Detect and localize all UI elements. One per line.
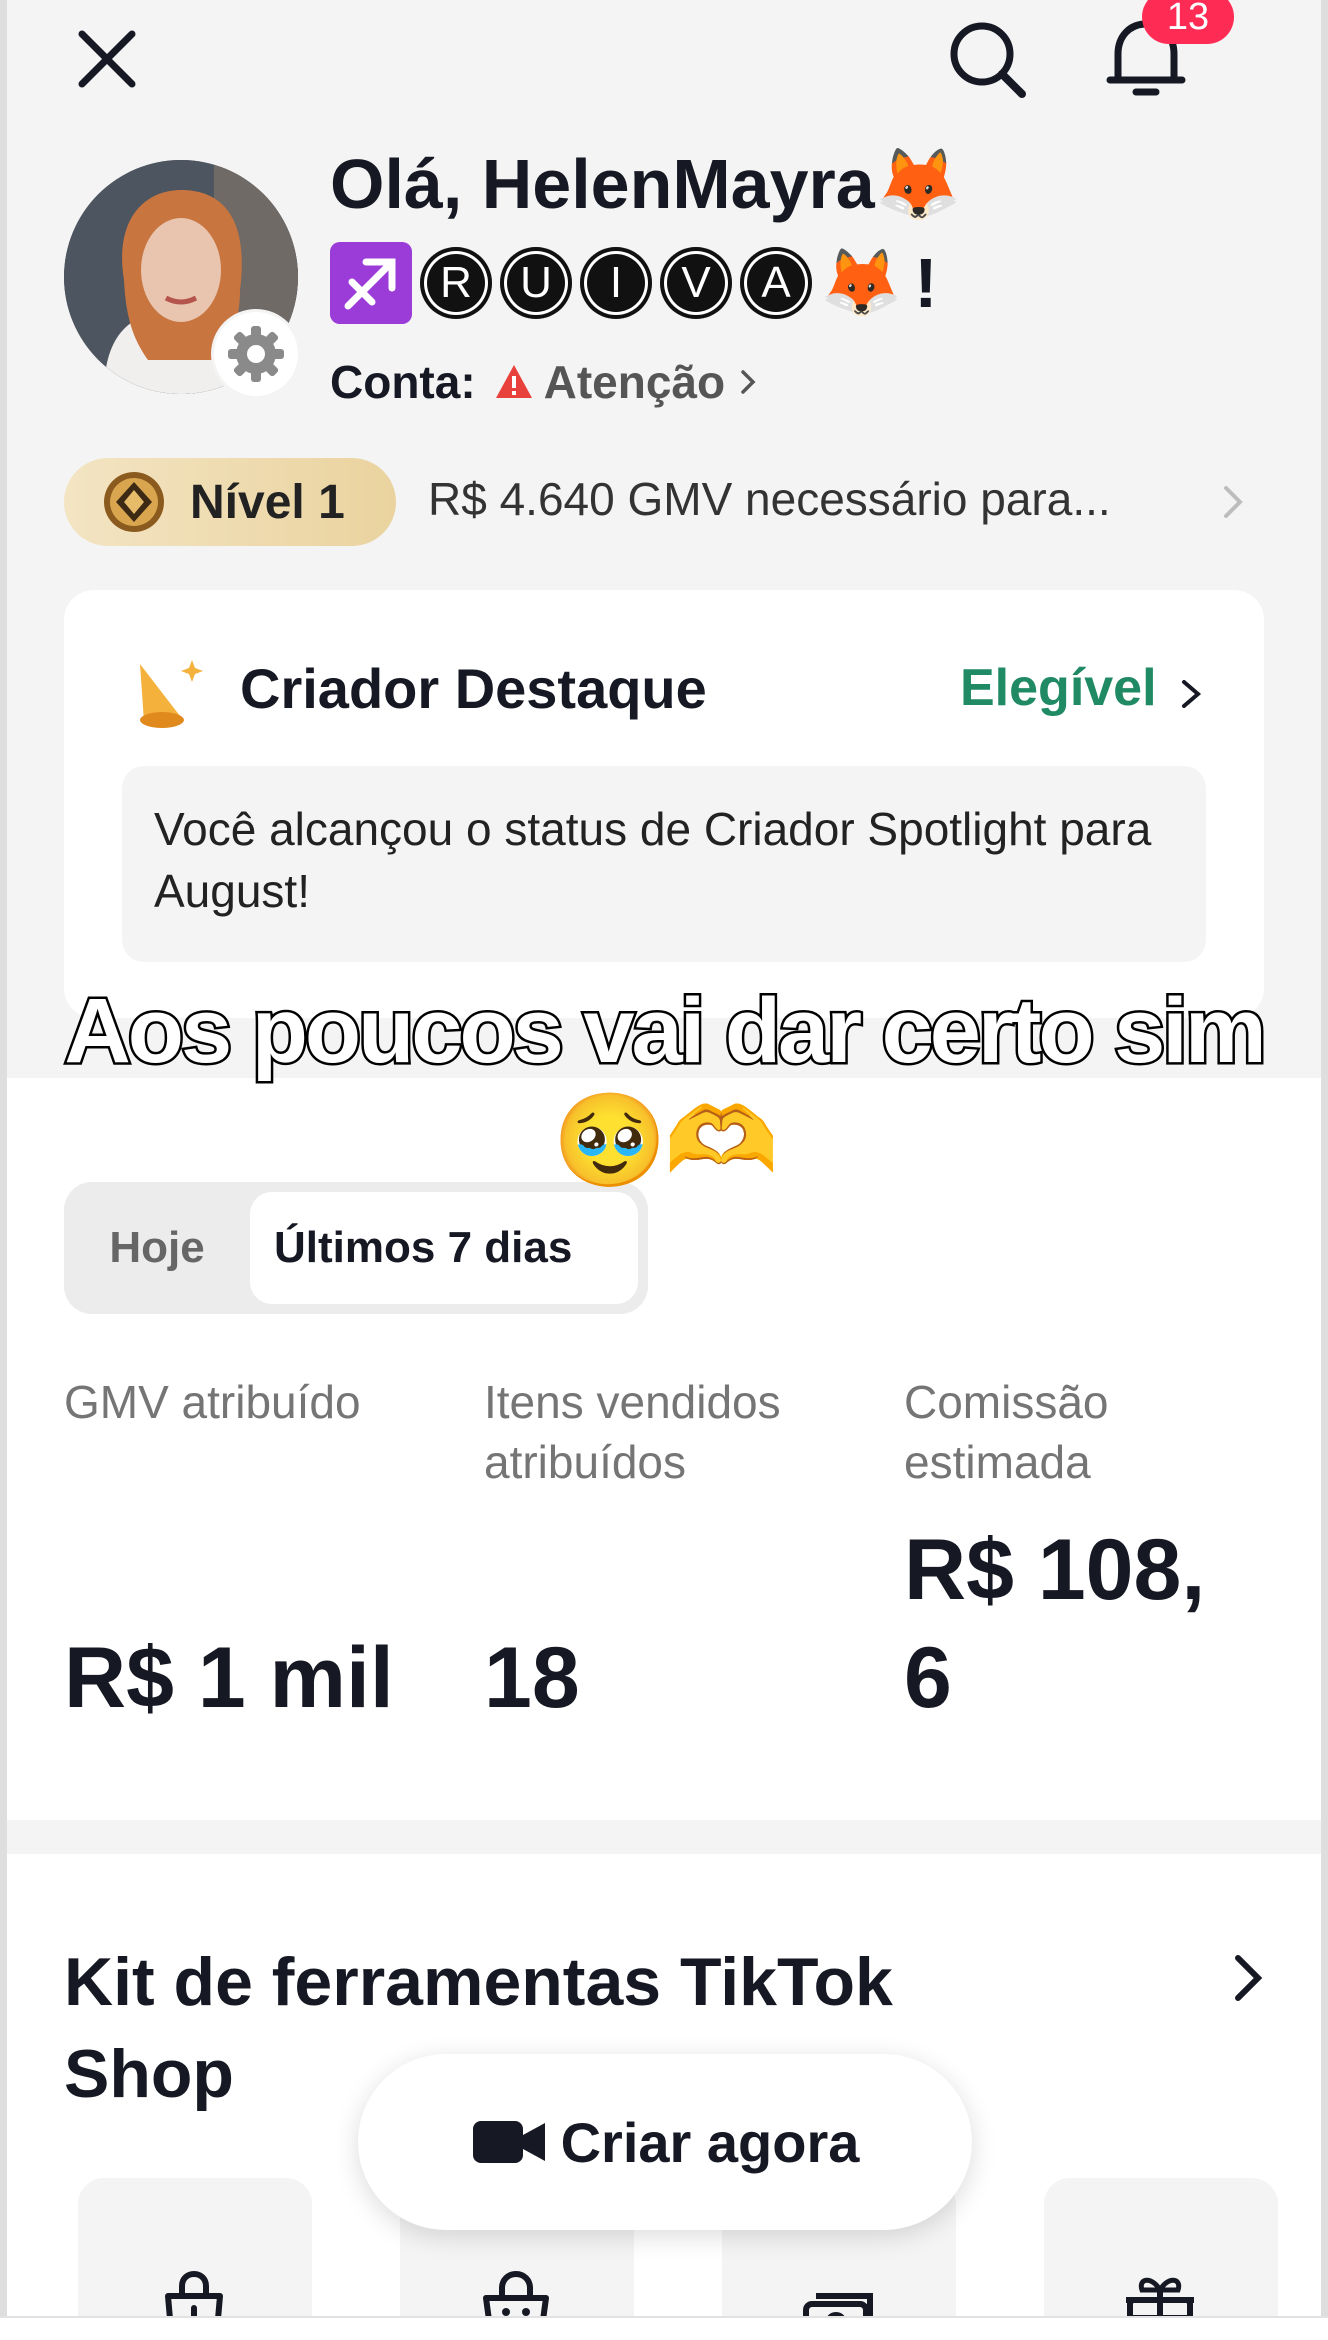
level-requirement-text[interactable]: R$ 4.640 GMV necessário para... bbox=[428, 472, 1111, 526]
video-caption-overlay: Aos poucos vai dar certo sim🥹🫶 bbox=[62, 978, 1269, 1195]
name-letter: U bbox=[500, 247, 572, 319]
metric-commission-value: R$ 108, 6 bbox=[904, 1522, 1206, 1726]
name-letter: V bbox=[660, 247, 732, 319]
name-letter: I bbox=[580, 247, 652, 319]
card-title: Criador Destaque bbox=[240, 657, 707, 720]
chevron-right-icon bbox=[741, 370, 756, 394]
greeting-title: Olá, HelenMayra🦊 bbox=[330, 145, 962, 223]
fox-emoji: 🦊 bbox=[820, 245, 903, 319]
display-name-line: R U I V A 🦊 ! bbox=[330, 240, 938, 326]
create-now-button[interactable]: Criar agora bbox=[358, 2054, 972, 2230]
level-label: Nível 1 bbox=[190, 475, 345, 529]
level-badge[interactable]: Nível 1 bbox=[64, 458, 396, 546]
name-letter: A bbox=[740, 247, 812, 319]
sagittarius-icon bbox=[330, 242, 412, 324]
eligibility-status: Elegível bbox=[960, 659, 1157, 717]
name-letter: R bbox=[420, 247, 492, 319]
account-label: Conta: bbox=[330, 356, 476, 408]
metric-commission-label: Comissão estimada bbox=[904, 1376, 1109, 1488]
metric-gmv-label: GMV atribuído bbox=[64, 1376, 361, 1428]
tab-last-7-days[interactable]: Últimos 7 dias bbox=[250, 1192, 638, 1304]
level-coin-icon bbox=[104, 472, 164, 532]
account-status-row[interactable]: Conta: Atenção bbox=[330, 352, 763, 412]
chevron-right-icon bbox=[1182, 680, 1202, 708]
period-tabs: Hoje Últimos 7 dias bbox=[64, 1182, 648, 1314]
spotlight-note: Você alcançou o status de Criador Spotli… bbox=[122, 766, 1206, 962]
chevron-right-icon[interactable] bbox=[1228, 1948, 1268, 2008]
section-divider bbox=[7, 1820, 1321, 1854]
account-status-text: Atenção bbox=[543, 356, 726, 408]
bottom-nav-edge bbox=[0, 2316, 1328, 2340]
video-camera-icon bbox=[472, 2121, 545, 2163]
chevron-right-icon[interactable] bbox=[1214, 482, 1250, 522]
metric-items-value: 18 bbox=[484, 1630, 580, 1726]
party-cone-icon bbox=[140, 660, 203, 728]
notification-badge: 13 bbox=[1142, 0, 1234, 44]
screen-edge-left bbox=[0, 0, 7, 2340]
search-icon[interactable] bbox=[944, 16, 1030, 102]
creator-spotlight-card[interactable]: Criador Destaque Elegível Você alcançou … bbox=[64, 590, 1264, 1018]
tab-today[interactable]: Hoje bbox=[64, 1182, 250, 1314]
screen-edge-right bbox=[1321, 0, 1328, 2340]
name-exclamation: ! bbox=[914, 244, 938, 322]
metric-items-label: Itens vendidos atribuídos bbox=[484, 1376, 781, 1488]
metric-gmv-value: R$ 1 mil bbox=[64, 1630, 394, 1726]
settings-gear-icon[interactable] bbox=[214, 312, 298, 396]
create-now-label: Criar agora bbox=[560, 2110, 860, 2174]
warning-icon bbox=[495, 365, 532, 398]
close-icon[interactable] bbox=[72, 24, 142, 94]
